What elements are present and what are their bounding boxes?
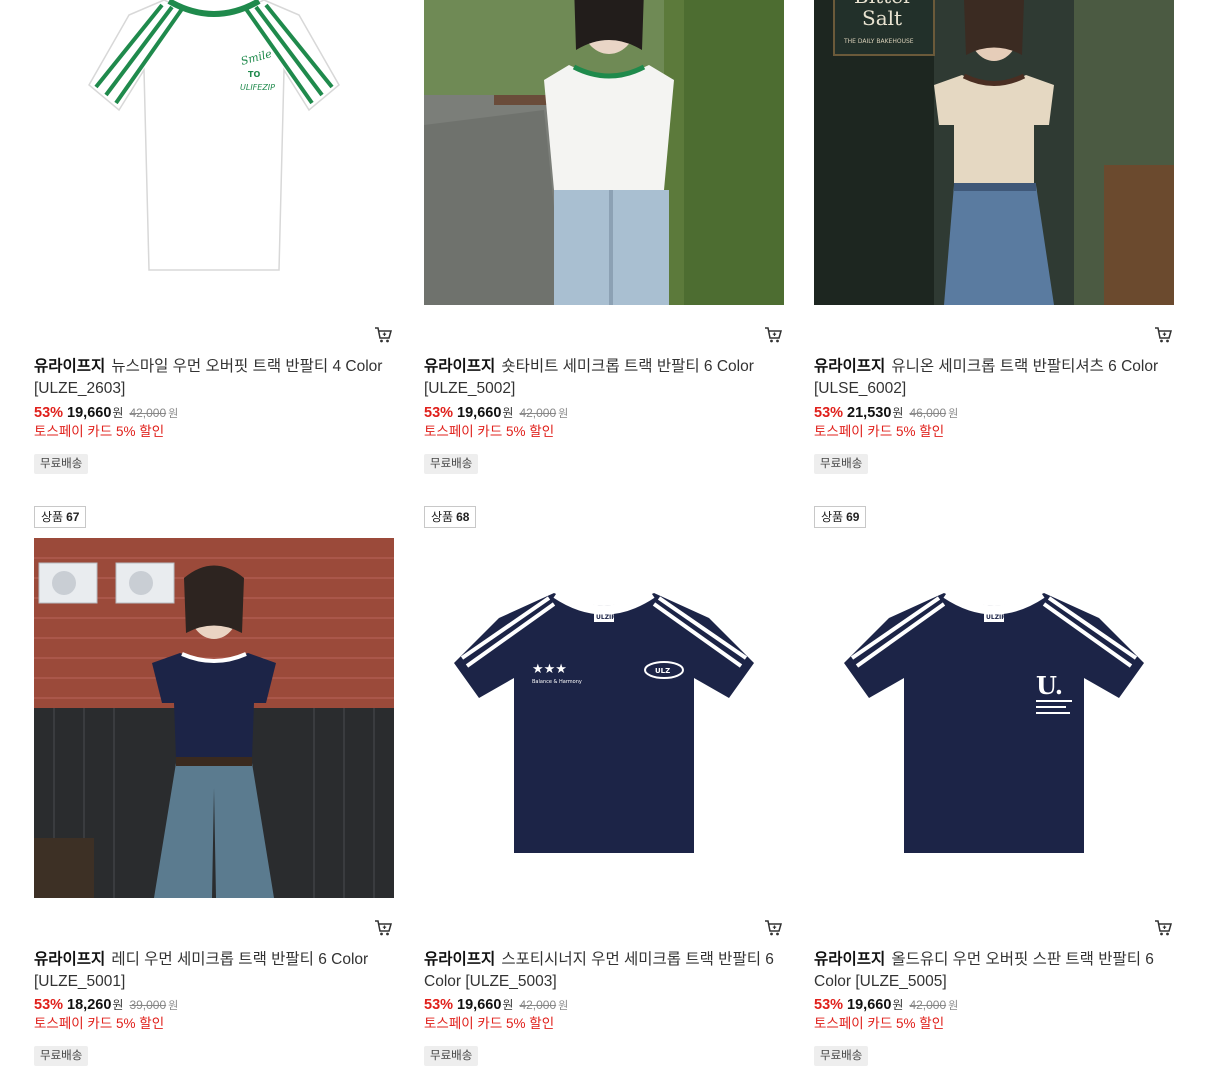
discount-rate: 53% (34, 997, 64, 1013)
free-shipping-tag: 무료배송 (34, 454, 89, 474)
brand-name[interactable]: 유라이프지 (814, 358, 885, 375)
discount-rate: 53% (424, 997, 454, 1013)
rank-label: 상품 (431, 510, 454, 524)
original-price: 42,000 (909, 998, 947, 1012)
neck-label-text: ULZIP (986, 614, 1006, 621)
rank-number: 68 (456, 510, 470, 524)
product-card[interactable]: 상품 68 ULZIP ★★★ Balance & Harmony ULZ (424, 506, 784, 898)
price-row: 53% 21,530원 46,000 원 (814, 403, 958, 424)
sale-price: 19,660 (457, 997, 502, 1013)
free-shipping-tag: 무료배송 (814, 1046, 869, 1066)
original-price: 39,000 (129, 998, 167, 1012)
product-title[interactable]: 유라이프지 올드유디 우먼 오버핏 스판 트랙 반팔티 6 Color [ULZE… (814, 949, 1174, 993)
sale-price: 18,260 (67, 997, 112, 1013)
currency-unit: 원 (502, 998, 514, 1012)
product-title[interactable]: 유라이프지 유니온 세미크롭 트랙 반팔티셔츠 6 Color [ULSE_600… (814, 356, 1174, 400)
product-image[interactable] (424, 0, 784, 305)
neck-label-text: ULZIP (596, 614, 616, 621)
rank-badge: 상품 68 (424, 506, 477, 528)
cart-icon[interactable] (374, 326, 392, 344)
rank-label: 상품 (821, 510, 844, 524)
to-logo-text: TO (248, 70, 260, 79)
original-price: 42,000 (129, 406, 167, 420)
bakery-sign-sub: THE DAILY BAKEHOUSE (843, 38, 914, 45)
free-shipping-tag: 무료배송 (34, 1046, 89, 1066)
product-card[interactable]: 상품 67 (34, 506, 394, 898)
product-card[interactable]: Bitter Salt THE DAILY BAKEHOUSE (814, 0, 1174, 305)
bakery-sign-line2: Salt (862, 6, 902, 30)
original-currency-unit: 원 (558, 1000, 569, 1012)
balance-text: Balance & Harmony (532, 679, 582, 685)
brand-name[interactable]: 유라이프지 (34, 951, 105, 968)
product-grid: Smile TO ULIFEZIP Salt THE DAILY BAKEHOU… (0, 0, 1221, 1085)
product-image[interactable] (34, 538, 394, 898)
currency-unit: 원 (502, 406, 514, 420)
product-image[interactable]: ULZIP ★★★ Balance & Harmony ULZ (424, 538, 784, 898)
rank-badge: 상품 69 (814, 506, 867, 528)
ulifezip-logo-text: ULIFEZIP (240, 83, 275, 92)
promo-text: 토스페이 카드 5% 할인 (424, 424, 555, 439)
product-card[interactable]: Smile TO ULIFEZIP (34, 0, 394, 305)
promo-text: 토스페이 카드 5% 할인 (424, 1016, 555, 1031)
discount-rate: 53% (34, 405, 64, 421)
brand-name[interactable]: 유라이프지 (34, 358, 105, 375)
product-title[interactable]: 유라이프지 레디 우먼 세미크롭 트랙 반팔티 6 Color [ULZE_500… (34, 949, 394, 993)
sale-price: 21,530 (847, 405, 892, 421)
product-title[interactable]: 유라이프지 뉴스마일 우먼 오버핏 트랙 반팔티 4 Color [ULZE_26… (34, 356, 394, 400)
cart-icon[interactable] (764, 919, 782, 937)
promo-text: 토스페이 카드 5% 할인 (34, 1016, 165, 1031)
cart-icon[interactable] (1154, 919, 1172, 937)
price-row: 53% 19,660원 42,000 원 (424, 995, 568, 1016)
cart-icon[interactable] (374, 919, 392, 937)
original-currency-unit: 원 (168, 408, 179, 420)
price-row: 53% 19,660원 42,000 원 (424, 403, 568, 424)
brand-name[interactable]: 유라이프지 (424, 358, 495, 375)
price-row: 53% 19,660원 42,000 원 (814, 995, 958, 1016)
original-price: 46,000 (909, 406, 947, 420)
stars-graphic: ★★★ (532, 662, 567, 677)
promo-text: 토스페이 카드 5% 할인 (814, 1016, 945, 1031)
product-card[interactable] (424, 0, 784, 305)
cart-icon[interactable] (764, 326, 782, 344)
promo-text: 토스페이 카드 5% 할인 (34, 424, 165, 439)
brand-name[interactable]: 유라이프지 (424, 951, 495, 968)
rank-label: 상품 (41, 510, 64, 524)
rank-number: 67 (66, 510, 80, 524)
original-currency-unit: 원 (558, 408, 569, 420)
currency-unit: 원 (892, 998, 904, 1012)
sale-price: 19,660 (67, 405, 112, 421)
product-image[interactable]: ULZIP U. (814, 538, 1174, 898)
product-title[interactable]: 유라이프지 숏타비트 세미크롭 트랙 반팔티 6 Color [ULZE_5002… (424, 356, 784, 400)
original-currency-unit: 원 (948, 408, 959, 420)
discount-rate: 53% (814, 405, 844, 421)
sale-price: 19,660 (457, 405, 502, 421)
currency-unit: 원 (112, 998, 124, 1012)
original-price: 42,000 (519, 406, 557, 420)
original-price: 42,000 (519, 998, 557, 1012)
discount-rate: 53% (814, 997, 844, 1013)
promo-text: 토스페이 카드 5% 할인 (814, 424, 945, 439)
product-title[interactable]: 유라이프지 스포티시너지 우먼 세미크롭 트랙 반팔티 6 Color [ULZE… (424, 949, 784, 993)
free-shipping-tag: 무료배송 (424, 1046, 479, 1066)
product-card[interactable]: 상품 69 ULZIP U. (814, 506, 1174, 898)
rank-badge: 상품 67 (34, 506, 87, 528)
brand-name[interactable]: 유라이프지 (814, 951, 885, 968)
price-row: 53% 18,260원 39,000 원 (34, 995, 178, 1016)
rank-number: 69 (846, 510, 860, 524)
big-u-logo: U. (1036, 671, 1063, 700)
product-image[interactable]: Smile TO ULIFEZIP (34, 0, 394, 305)
product-image[interactable]: Bitter Salt THE DAILY BAKEHOUSE (814, 0, 1174, 305)
ulz-oval-text: ULZ (655, 667, 670, 675)
sale-price: 19,660 (847, 997, 892, 1013)
cart-icon[interactable] (1154, 326, 1172, 344)
currency-unit: 원 (112, 406, 124, 420)
free-shipping-tag: 무료배송 (424, 454, 479, 474)
price-row: 53% 19,660원 42,000 원 (34, 403, 178, 424)
currency-unit: 원 (892, 406, 904, 420)
free-shipping-tag: 무료배송 (814, 454, 869, 474)
discount-rate: 53% (424, 405, 454, 421)
original-currency-unit: 원 (168, 1000, 179, 1012)
original-currency-unit: 원 (948, 1000, 959, 1012)
